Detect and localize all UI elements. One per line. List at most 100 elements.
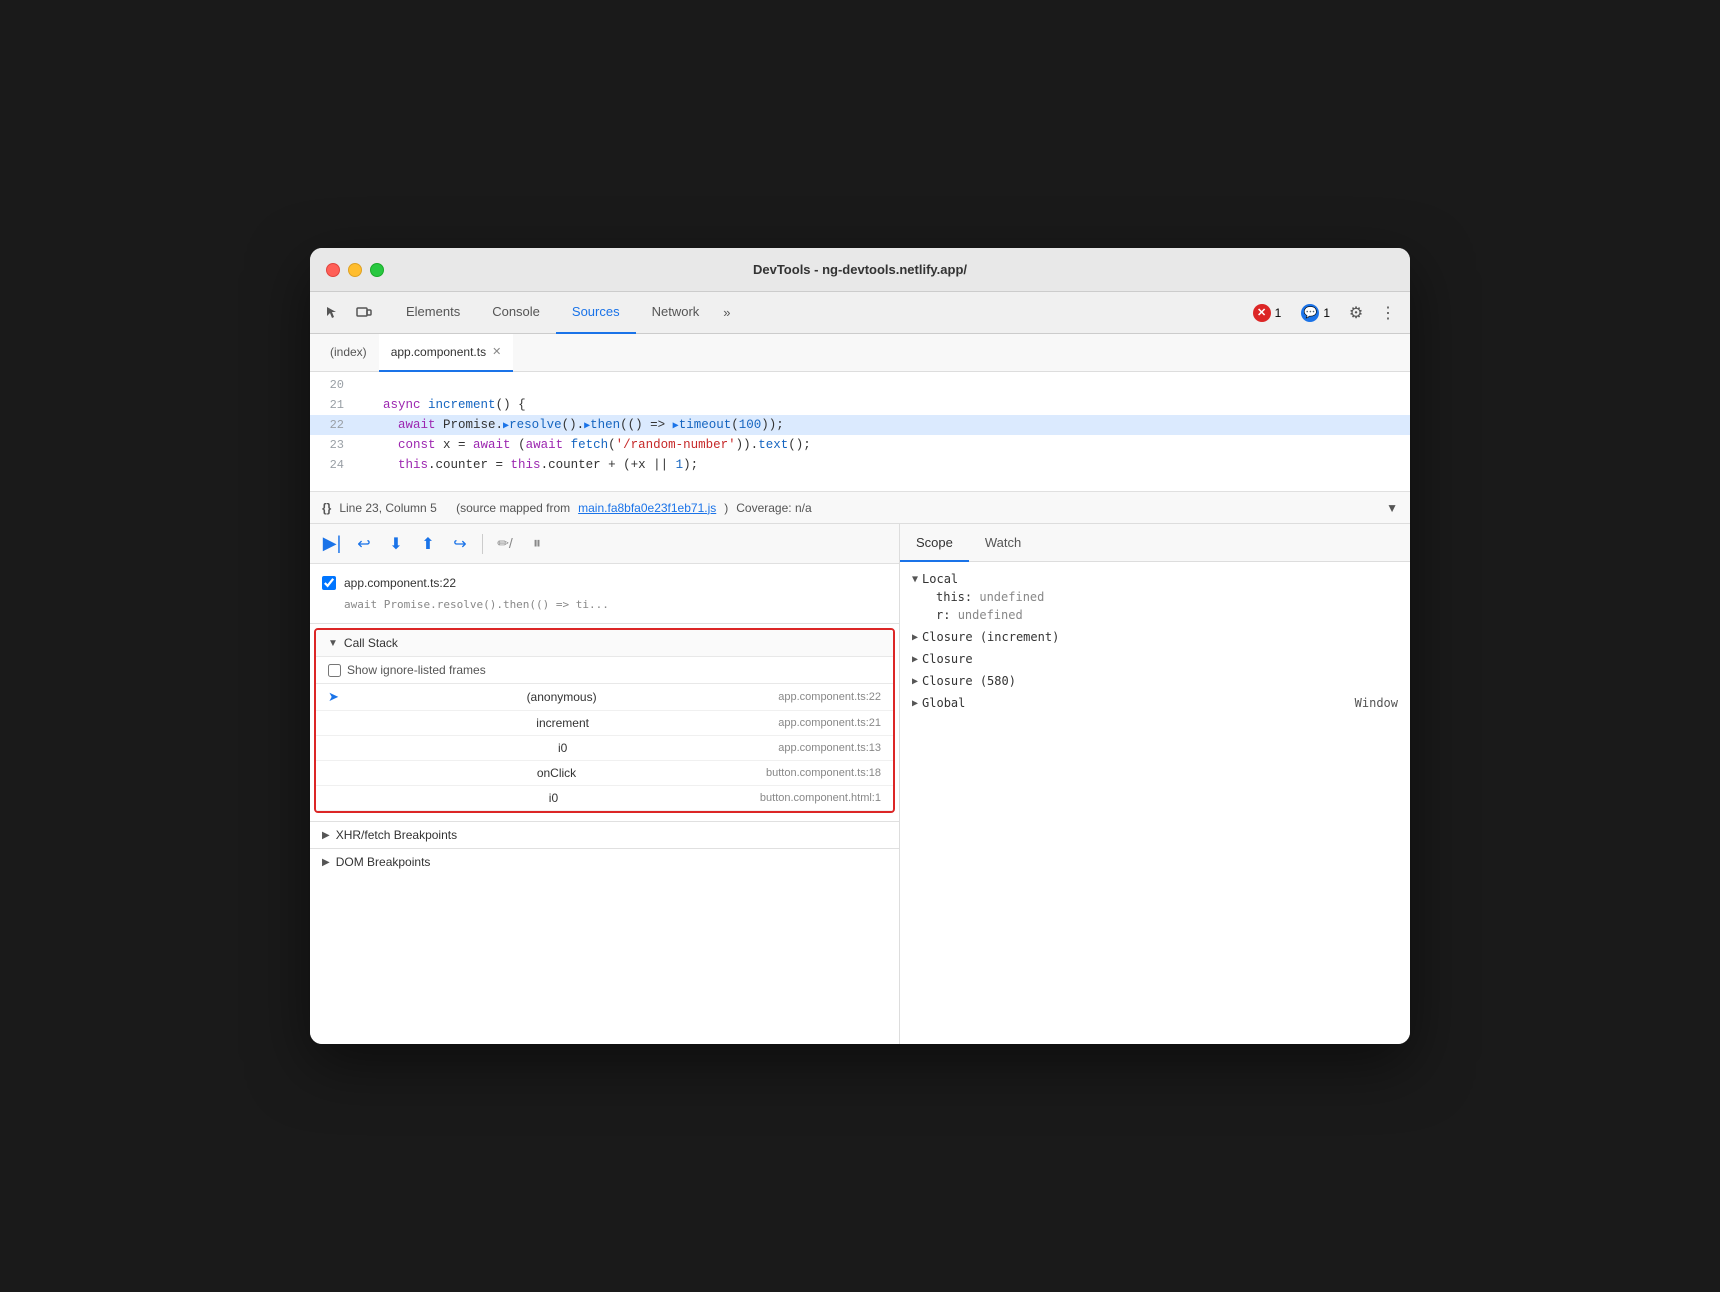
source-file-link[interactable]: main.fa8bfa0e23f1eb71.js <box>578 501 716 515</box>
format-icon[interactable]: {} <box>322 501 331 515</box>
tab-sources[interactable]: Sources <box>556 292 636 334</box>
source-tab-app-component[interactable]: app.component.ts ✕ <box>379 334 514 372</box>
source-mapped-suffix: ) <box>724 501 728 515</box>
debugger-toolbar: ▶| ↩ ⬇ ⬆ ↪ ✏/ ⏸ <box>310 524 899 564</box>
global-expand-icon: ▶ <box>912 698 918 709</box>
closure-increment-label: Closure (increment) <box>922 630 1059 644</box>
dom-breakpoints-section[interactable]: ▶ DOM Breakpoints <box>310 848 899 875</box>
xhr-collapse-icon: ▶ <box>322 830 330 841</box>
breakpoint-checkbox[interactable] <box>322 576 336 590</box>
tab-watch[interactable]: Watch <box>969 524 1037 562</box>
breakpoint-label: app.component.ts:22 <box>344 576 456 590</box>
tab-scope[interactable]: Scope <box>900 524 969 562</box>
show-ignored-label: Show ignore-listed frames <box>347 663 486 677</box>
resume-button[interactable]: ▶| <box>318 530 346 558</box>
main-tabs: Elements Console Sources Network » <box>390 292 1245 334</box>
error-badge: ✕ <box>1253 304 1271 322</box>
call-stack-item-0[interactable]: ➤ (anonymous) app.component.ts:22 <box>316 684 893 711</box>
closure-label: Closure <box>922 652 973 666</box>
deactivate-breakpoints-button[interactable]: ✏/ <box>491 530 519 558</box>
call-stack-item-4[interactable]: i0 button.component.html:1 <box>316 786 893 811</box>
info-count-button[interactable]: 💬 1 <box>1293 300 1338 326</box>
source-tab-index[interactable]: (index) <box>318 334 379 372</box>
device-toggle-icon[interactable] <box>350 299 378 327</box>
step-into-button[interactable]: ⬇ <box>382 530 410 558</box>
dom-breakpoints-label: DOM Breakpoints <box>336 855 431 869</box>
scope-group-local: ▼ Local this: undefined r: undefined <box>912 570 1398 624</box>
step-out-button[interactable]: ⬆ <box>414 530 442 558</box>
settings-button[interactable]: ⚙ <box>1342 299 1370 327</box>
source-mapped-text <box>445 501 448 515</box>
scope-closure-increment-header[interactable]: ▶ Closure (increment) <box>912 628 1398 646</box>
window-title: DevTools - ng-devtools.netlify.app/ <box>753 262 967 277</box>
scope-group-closure-increment: ▶ Closure (increment) <box>912 628 1398 646</box>
maximize-button[interactable] <box>370 263 384 277</box>
code-line-23: 23 const x = await (await fetch('/random… <box>310 435 1410 455</box>
right-panel: Scope Watch ▼ Local this: undefined <box>900 524 1410 1044</box>
cs-frame-location-0: app.component.ts:22 <box>778 691 881 703</box>
breakpoint-code-preview: await Promise.resolve().then(() => ti... <box>344 598 609 611</box>
title-bar: DevTools - ng-devtools.netlify.app/ <box>310 248 1410 292</box>
close-button[interactable] <box>326 263 340 277</box>
cs-frame-name-1: increment <box>536 716 589 730</box>
tab-console[interactable]: Console <box>476 292 556 334</box>
code-line-22: 22 await Promise.▶resolve().▶then(() => … <box>310 415 1410 435</box>
breakpoints-section: app.component.ts:22 await Promise.resolv… <box>310 564 899 624</box>
closure-580-label: Closure (580) <box>922 674 1016 688</box>
source-file-tab-bar: (index) app.component.ts ✕ <box>310 334 1410 372</box>
tab-network[interactable]: Network <box>636 292 716 334</box>
call-stack-item-3[interactable]: onClick button.component.ts:18 <box>316 761 893 786</box>
call-stack-label: Call Stack <box>344 636 398 650</box>
dom-collapse-icon: ▶ <box>322 857 330 868</box>
inspect-icon[interactable] <box>318 299 346 327</box>
chevron-down-icon[interactable]: ▼ <box>1386 501 1398 515</box>
call-stack-item-2[interactable]: i0 app.component.ts:13 <box>316 736 893 761</box>
local-group-label: Local <box>922 572 958 586</box>
devtools-tab-bar: Elements Console Sources Network » ✕ 1 <box>310 292 1410 334</box>
devtools-icons <box>318 299 390 327</box>
cs-frame-name-0: (anonymous) <box>527 690 597 704</box>
tab-bar-right: ✕ 1 💬 1 ⚙ ⋮ <box>1245 299 1402 327</box>
code-line-24: 24 this.counter = this.counter + (+x || … <box>310 455 1410 475</box>
step-button[interactable]: ↪ <box>446 530 474 558</box>
show-ignored-checkbox[interactable] <box>328 664 341 677</box>
call-stack-item-1[interactable]: increment app.component.ts:21 <box>316 711 893 736</box>
scope-group-global: ▶ Global Window <box>912 694 1398 712</box>
cursor-position: Line 23, Column 5 <box>339 501 436 515</box>
tab-elements[interactable]: Elements <box>390 292 476 334</box>
current-frame-arrow-icon: ➤ <box>328 689 339 705</box>
info-badge: 💬 <box>1301 304 1319 322</box>
scope-global-header[interactable]: ▶ Global Window <box>912 694 1398 712</box>
xhr-breakpoints-section[interactable]: ▶ XHR/fetch Breakpoints <box>310 821 899 848</box>
left-panel: ▶| ↩ ⬇ ⬆ ↪ ✏/ ⏸ app.component.ts:22 awai… <box>310 524 900 1044</box>
show-ignored-row: Show ignore-listed frames <box>316 657 893 684</box>
scope-closure-580-header[interactable]: ▶ Closure (580) <box>912 672 1398 690</box>
cs-frame-location-1: app.component.ts:21 <box>778 717 881 729</box>
call-stack-header[interactable]: ▼ Call Stack <box>316 630 893 657</box>
cs-frame-location-4: button.component.html:1 <box>760 792 881 804</box>
scope-item-this[interactable]: this: undefined <box>912 588 1398 606</box>
closure-580-expand-icon: ▶ <box>912 676 918 687</box>
error-count-button[interactable]: ✕ 1 <box>1245 300 1290 326</box>
more-options-button[interactable]: ⋮ <box>1374 299 1402 327</box>
minimize-button[interactable] <box>348 263 362 277</box>
close-tab-icon[interactable]: ✕ <box>492 345 501 358</box>
source-mapped-prefix: (source mapped from <box>456 501 570 515</box>
breakpoint-item-1[interactable]: app.component.ts:22 <box>310 572 899 594</box>
scope-item-r[interactable]: r: undefined <box>912 606 1398 624</box>
pause-on-exception-button[interactable]: ⏸ <box>523 530 551 558</box>
scope-content: ▼ Local this: undefined r: undefined <box>900 562 1410 1044</box>
more-tabs-button[interactable]: » <box>715 297 738 328</box>
call-stack-section: ▼ Call Stack Show ignore-listed frames ➤… <box>314 628 895 813</box>
toolbar-separator <box>482 534 483 554</box>
scope-group-local-header[interactable]: ▼ Local <box>912 570 1398 588</box>
code-line-20: 20 <box>310 376 1410 395</box>
cs-frame-location-3: button.component.ts:18 <box>766 767 881 779</box>
devtools-window: DevTools - ng-devtools.netlify.app/ Elem… <box>310 248 1410 1044</box>
main-split-panel: ▶| ↩ ⬇ ⬆ ↪ ✏/ ⏸ app.component.ts:22 awai… <box>310 524 1410 1044</box>
scope-closure-header[interactable]: ▶ Closure <box>912 650 1398 668</box>
global-label: Global <box>922 696 965 710</box>
closure-expand-icon: ▶ <box>912 654 918 665</box>
status-bar: {} Line 23, Column 5 (source mapped from… <box>310 492 1410 524</box>
step-over-button[interactable]: ↩ <box>350 530 378 558</box>
